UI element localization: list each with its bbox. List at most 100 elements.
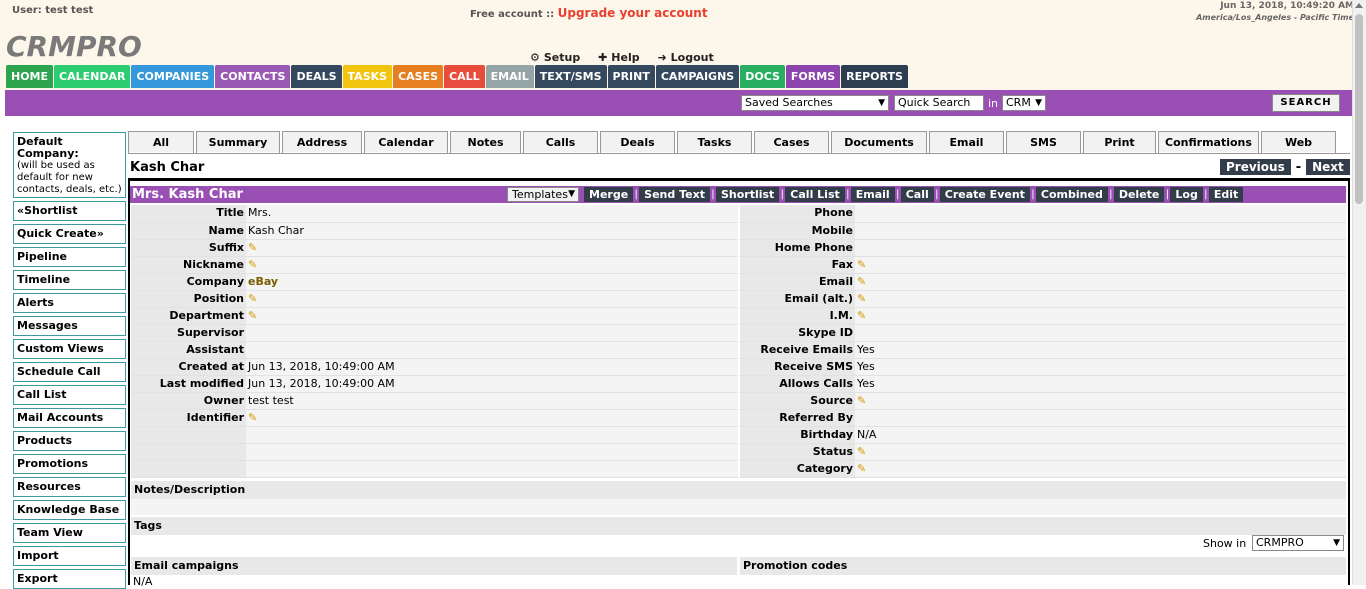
help-link[interactable]: ✚ Help [598, 51, 640, 64]
shortlist-button[interactable]: Shortlist [715, 187, 780, 202]
pencil-icon[interactable]: ✎ [248, 241, 257, 254]
pencil-icon[interactable]: ✎ [857, 275, 866, 288]
scroll-up-icon[interactable] [1355, 3, 1363, 8]
nav-campaigns[interactable]: CAMPAIGNS [655, 65, 740, 88]
sidebar-item-mail-accounts[interactable]: Mail Accounts [13, 408, 126, 428]
next-button[interactable]: Next [1306, 159, 1350, 175]
send-text-button[interactable]: Send Text [639, 187, 710, 202]
call-button[interactable]: Call [900, 187, 934, 202]
sidebar-item-messages[interactable]: Messages [13, 316, 126, 336]
sidebar-item-resources[interactable]: Resources [13, 477, 126, 497]
field-value-blank [246, 443, 738, 461]
tab-documents[interactable]: Documents [831, 131, 927, 153]
search-button[interactable]: SEARCH [1272, 94, 1340, 112]
nav-reports[interactable]: REPORTS [841, 65, 908, 88]
search-scope-select[interactable]: CRM ▼ [1002, 95, 1046, 111]
tab-all[interactable]: All [128, 131, 194, 153]
pencil-icon[interactable]: ✎ [248, 258, 257, 271]
sidebar-item-schedule-call[interactable]: Schedule Call [13, 362, 126, 382]
field-value-text: Yes [857, 359, 875, 373]
nav-cases[interactable]: CASES [393, 65, 444, 88]
delete-button[interactable]: Delete [1113, 187, 1165, 202]
field-label-blank [131, 460, 246, 478]
nav-docs[interactable]: DOCS [740, 65, 785, 88]
pencil-icon[interactable]: ✎ [248, 309, 257, 322]
pencil-icon[interactable]: ✎ [857, 258, 866, 271]
call-list-button[interactable]: Call List [785, 187, 845, 202]
sidebar-item-knowledge-base[interactable]: Knowledge Base [13, 500, 126, 520]
sidebar-item-shortlist[interactable]: «Shortlist [13, 201, 126, 221]
field-label-email: Email [740, 273, 855, 291]
templates-select[interactable]: Templates ▼ [507, 187, 579, 202]
pencil-icon[interactable]: ✎ [248, 411, 257, 424]
setup-link[interactable]: ⚙ Setup [530, 51, 580, 64]
sidebar-item-export[interactable]: Export [13, 569, 126, 589]
field-value-i-m: ✎ [855, 307, 1346, 325]
sidebar-item-pipeline[interactable]: Pipeline [13, 247, 126, 267]
combined-button[interactable]: Combined [1035, 187, 1108, 202]
default-company-box[interactable]: Default Company: (will be used as defaul… [13, 132, 126, 198]
field-value-text[interactable]: eBay [248, 275, 278, 288]
sidebar-item-call-list[interactable]: Call List [13, 385, 126, 405]
tab-calls[interactable]: Calls [523, 131, 598, 153]
pencil-icon[interactable]: ✎ [857, 445, 866, 458]
field-label-phone: Phone [740, 205, 855, 223]
quick-search-input[interactable]: Quick Search [894, 95, 984, 111]
tab-web[interactable]: Web [1261, 131, 1336, 153]
field-label-category: Category [740, 460, 855, 478]
nav-email[interactable]: EMAIL [485, 65, 534, 88]
log-button[interactable]: Log [1170, 187, 1203, 202]
previous-button[interactable]: Previous [1220, 159, 1291, 175]
nav-call[interactable]: CALL [444, 65, 485, 88]
nav-calendar[interactable]: CALENDAR [54, 65, 131, 88]
edit-button[interactable]: Edit [1208, 187, 1244, 202]
pencil-icon[interactable]: ✎ [857, 309, 866, 322]
tab-cases[interactable]: Cases [754, 131, 829, 153]
saved-searches-select[interactable]: Saved Searches ▼ [741, 95, 889, 111]
sidebar-item-team-view[interactable]: Team View [13, 523, 126, 543]
sidebar-item-custom-views[interactable]: Custom Views [13, 339, 126, 359]
sidebar-item-import[interactable]: Import [13, 546, 126, 566]
tab-sms[interactable]: SMS [1006, 131, 1081, 153]
pencil-icon[interactable]: ✎ [857, 394, 866, 407]
tab-summary[interactable]: Summary [196, 131, 280, 153]
pencil-icon[interactable]: ✎ [857, 292, 866, 305]
sidebar-item-alerts[interactable]: Alerts [13, 293, 126, 313]
tab-confirmations[interactable]: Confirmations [1158, 131, 1259, 153]
pencil-icon[interactable]: ✎ [248, 292, 257, 305]
crmpro-logo[interactable]: CRMPRO [6, 30, 142, 63]
tab-print[interactable]: Print [1083, 131, 1156, 153]
tab-email[interactable]: Email [929, 131, 1004, 153]
email-campaigns-value: N/A [133, 575, 153, 588]
nav-deals[interactable]: DEALS [291, 65, 342, 88]
nav-tasks[interactable]: TASKS [342, 65, 393, 88]
tab-tasks[interactable]: Tasks [677, 131, 752, 153]
logout-link[interactable]: ➜ Logout [657, 51, 713, 64]
field-value-department: ✎ [246, 307, 738, 325]
merge-button[interactable]: Merge [584, 187, 634, 202]
tab-deals[interactable]: Deals [600, 131, 675, 153]
main-nav: HOME CALENDAR COMPANIES CONTACTS DEALS TASKS C… [6, 65, 909, 88]
sidebar-item-promotions[interactable]: Promotions [13, 454, 126, 474]
nav-forms[interactable]: FORMS [785, 65, 841, 88]
nav-print[interactable]: PRINT [607, 65, 655, 88]
pencil-icon[interactable]: ✎ [857, 462, 866, 475]
tab-notes[interactable]: Notes [450, 131, 521, 153]
field-row: Last modified Jun 13, 2018, 10:49:00 AM [131, 375, 738, 393]
tab-address[interactable]: Address [282, 131, 362, 153]
nav-companies[interactable]: COMPANIES [131, 65, 215, 88]
record-navigation: Previous - Next [1220, 159, 1350, 175]
field-row: Birthday N/A [740, 426, 1346, 444]
nav-contacts[interactable]: CONTACTS [215, 65, 291, 88]
show-in-select[interactable]: CRMPRO ▼ [1252, 535, 1344, 551]
sidebar-item-products[interactable]: Products [13, 431, 126, 451]
create-event-button[interactable]: Create Event [939, 187, 1030, 202]
sidebar-item-quick-create[interactable]: Quick Create» [13, 224, 126, 244]
nav-text-sms[interactable]: TEXT/SMS [534, 65, 607, 88]
nav-home[interactable]: HOME [6, 65, 54, 88]
sidebar-item-timeline[interactable]: Timeline [13, 270, 126, 290]
scrollbar-thumb[interactable] [1355, 14, 1363, 204]
upgrade-link[interactable]: Upgrade your account [558, 6, 708, 20]
email-button[interactable]: Email [850, 187, 895, 202]
tab-calendar[interactable]: Calendar [364, 131, 448, 153]
